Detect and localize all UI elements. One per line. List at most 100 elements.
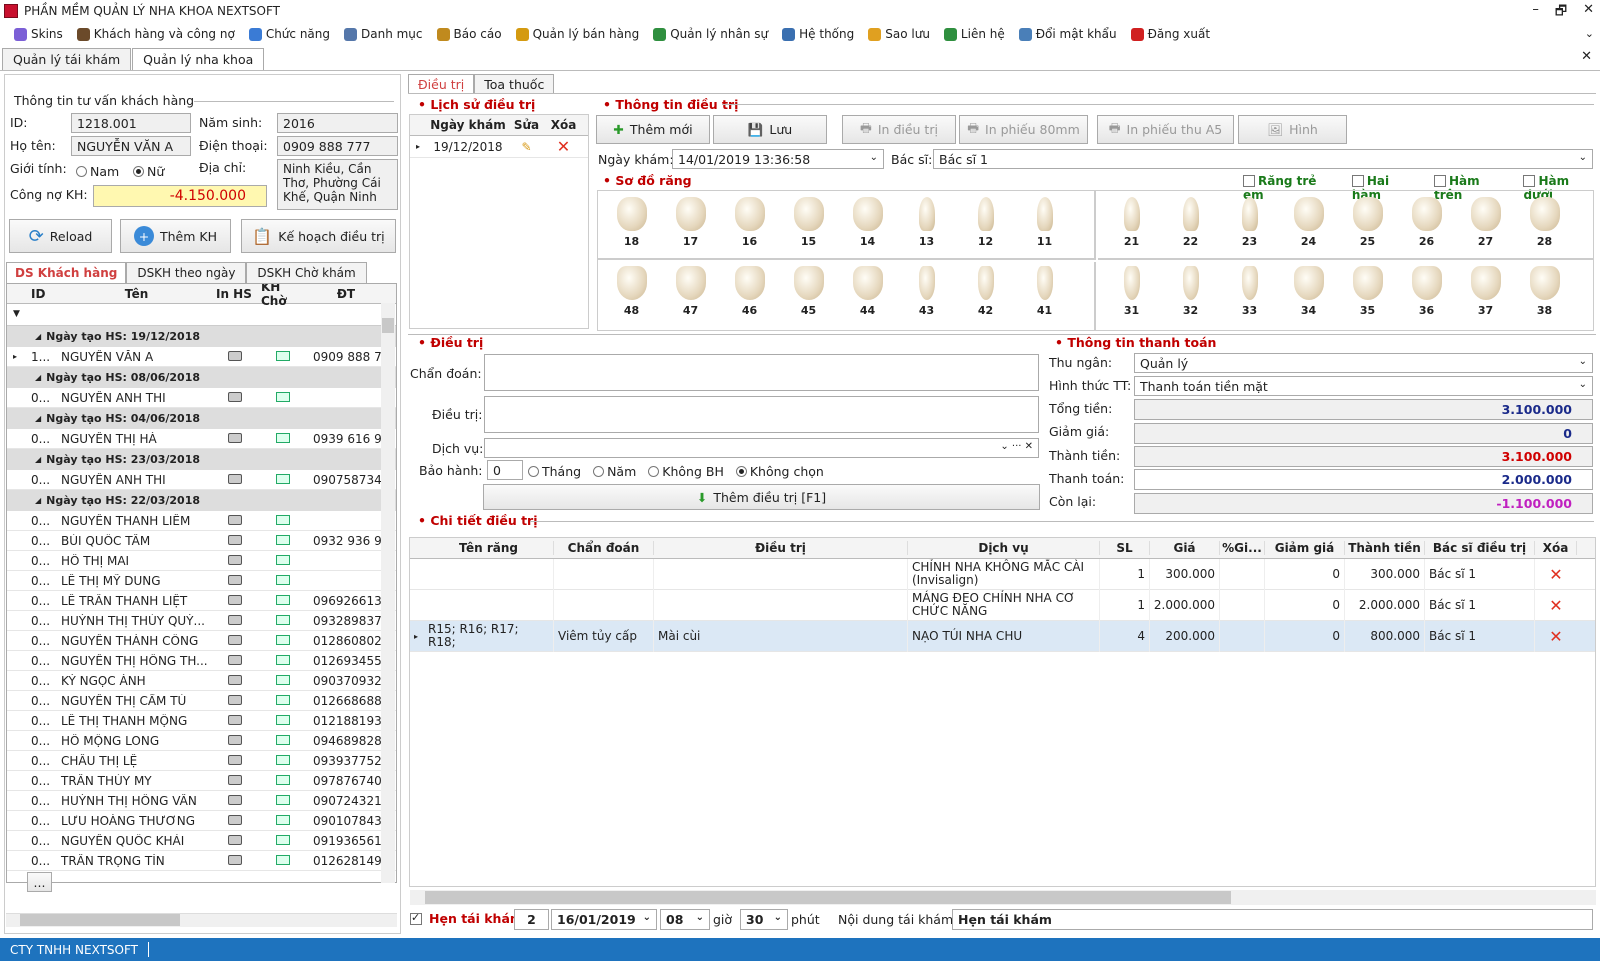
tooth-38[interactable]: 38 — [1515, 266, 1574, 330]
close-tab-icon[interactable]: ✕ — [1581, 49, 1592, 64]
add-treatment-button[interactable]: ⬇ Thêm điều trị [F1] — [483, 484, 1040, 510]
customer-row[interactable]: 0... LƯU HOÀNG THƯƠNG 0901078431 — [7, 811, 396, 831]
doctor-field[interactable]: Bác sĩ 1 ⌄ — [933, 149, 1593, 169]
print-icon[interactable] — [227, 473, 242, 484]
waiting-card-icon[interactable] — [276, 594, 290, 605]
tooth-45[interactable]: 45 — [779, 266, 838, 330]
tooth-46[interactable]: 46 — [720, 266, 779, 330]
tab-recall-management[interactable]: Quản lý tái khám — [2, 48, 132, 70]
detail-col-8[interactable]: Thành tiền — [1345, 541, 1425, 555]
waiting-card-icon[interactable] — [276, 432, 290, 443]
print-icon[interactable] — [227, 794, 242, 805]
detail-row[interactable]: MÁNG ĐEO CHỈNH NHA CƠ CHỨC NĂNG 1 2.000.00… — [410, 589, 1595, 621]
list-scrollbar[interactable] — [381, 303, 395, 883]
detail-col-9[interactable]: Bác sĩ điều trị — [1425, 541, 1535, 555]
print-icon[interactable] — [227, 634, 242, 645]
restore-button[interactable]: 🗗 — [1555, 2, 1567, 24]
customer-row[interactable]: 0... NGUYỄN ANH THI 0907587341 — [7, 470, 396, 490]
tab-dental-management[interactable]: Quản lý nha khoa — [132, 48, 265, 70]
tooth-22[interactable]: 22 — [1161, 197, 1220, 258]
waiting-card-icon[interactable] — [276, 854, 290, 865]
save-button[interactable]: 💾 Lưu — [713, 115, 827, 144]
customer-row[interactable]: 0... NGUYỄN THANH LIÊM — [7, 511, 396, 531]
tooth-23[interactable]: 23 — [1220, 197, 1279, 258]
group-header[interactable]: ◢ Ngày tạo HS: 22/03/2018 — [7, 490, 396, 511]
print-icon[interactable] — [227, 694, 242, 705]
customer-row[interactable]: 0... NGUYỄN THÀNH CÔNG 0128608029 — [7, 631, 396, 651]
customer-row[interactable]: 0... HUỲNH THỊ HỒNG VÂN 0907243214 — [7, 791, 396, 811]
menu-item-6[interactable]: Quản lý nhân sự — [653, 27, 768, 41]
detail-col-5[interactable]: Giá — [1150, 541, 1220, 555]
detail-col-2[interactable]: Điều trị — [654, 541, 908, 555]
waiting-card-icon[interactable] — [276, 714, 290, 725]
customer-row[interactable]: 0... TRẦN THÙY MY 0978767402 — [7, 771, 396, 791]
diagnosis-input[interactable] — [484, 354, 1039, 391]
customer-row[interactable]: 0... BÙI QUỐC TÂM 0932 936 93 — [7, 531, 396, 551]
total-field[interactable]: 3.100.000 — [1134, 399, 1593, 420]
col-id[interactable]: ID — [27, 287, 57, 301]
recall-hour-field[interactable]: 08 ⌄ — [660, 909, 710, 930]
tooth-14[interactable]: 14 — [838, 197, 897, 258]
tab-customer-waiting[interactable]: DSKH Chờ khám — [246, 262, 367, 283]
opt-none[interactable]: Không chọn — [735, 464, 824, 479]
print-icon[interactable] — [227, 834, 242, 845]
tooth-27[interactable]: 27 — [1456, 197, 1515, 258]
group-header[interactable]: ◢ Ngày tạo HS: 08/06/2018 — [7, 367, 396, 388]
waiting-card-icon[interactable] — [276, 654, 290, 665]
add-new-button[interactable]: ✚ Thêm mới — [596, 115, 710, 144]
print-icon[interactable] — [227, 554, 242, 565]
menu-item-1[interactable]: Khách hàng và công nợ — [76, 27, 235, 41]
col-edit[interactable]: Sửa — [508, 118, 545, 132]
menu-item-0[interactable]: Skins — [14, 27, 63, 41]
close-window-button[interactable]: ✕ — [1583, 2, 1594, 24]
menu-item-5[interactable]: Quản lý bán hàng — [515, 27, 639, 41]
tooth-17[interactable]: 17 — [661, 197, 720, 258]
menu-item-11[interactable]: Đăng xuất — [1130, 27, 1210, 41]
col-name[interactable]: Tên — [57, 287, 212, 301]
filter-row[interactable]: ▼ — [7, 304, 396, 326]
delete-row-icon[interactable]: ✕ — [1535, 565, 1577, 584]
opt-no-warranty[interactable]: Không BH — [648, 464, 724, 479]
col-print[interactable]: In HS — [212, 287, 257, 301]
print-icon[interactable] — [227, 432, 242, 443]
method-select[interactable]: Thanh toán tiền mặt ⌄ — [1134, 376, 1593, 396]
waiting-card-icon[interactable] — [276, 794, 290, 805]
print-icon[interactable] — [227, 674, 242, 685]
print-icon[interactable] — [227, 574, 242, 585]
recall-content-field[interactable]: Hẹn tái khám — [952, 909, 1593, 930]
col-visit-date[interactable]: Ngày khám — [428, 118, 508, 132]
waiting-card-icon[interactable] — [276, 774, 290, 785]
id-field[interactable]: 1218.001 — [71, 113, 191, 133]
col-delete[interactable]: Xóa — [545, 118, 582, 132]
group-header[interactable]: ◢ Ngày tạo HS: 23/03/2018 — [7, 449, 396, 470]
tab-customer-list[interactable]: DS Khách hàng — [6, 262, 127, 283]
print-treatment-button[interactable]: 🖶 In điều trị — [842, 115, 956, 144]
tooth-43[interactable]: 43 — [897, 266, 956, 330]
waiting-card-icon[interactable] — [276, 614, 290, 625]
detail-col-3[interactable]: Dịch vụ — [908, 541, 1100, 555]
phone-field[interactable]: 0909 888 777 — [277, 136, 398, 156]
print-a5-button[interactable]: 🖶 In phiếu thu A5 — [1097, 115, 1234, 144]
col-waiting[interactable]: KH Chờ — [257, 284, 309, 308]
reload-button[interactable]: ⟳ Reload — [9, 219, 112, 253]
opt-month[interactable]: Tháng — [528, 464, 581, 479]
tooth-15[interactable]: 15 — [779, 197, 838, 258]
menu-expand-icon[interactable]: ⌄ — [1585, 27, 1594, 40]
tooth-34[interactable]: 34 — [1279, 266, 1338, 330]
debt-field[interactable]: -4.150.000 — [93, 185, 267, 207]
tooth-35[interactable]: 35 — [1338, 266, 1397, 330]
customer-row[interactable]: 0... CHÂU THỊ LỆ 0939377524 — [7, 751, 396, 771]
delete-icon[interactable]: ✕ — [545, 137, 582, 156]
gender-female-radio[interactable]: Nữ — [133, 164, 164, 179]
address-field[interactable]: Ninh Kiều, Cần Thơ, Phường Cái Khế, Quận… — [277, 159, 398, 210]
print-icon[interactable] — [227, 754, 242, 765]
waiting-card-icon[interactable] — [276, 574, 290, 585]
customer-row[interactable]: 0... NGUYỄN THỊ HỒNG TH... 0126934552 — [7, 651, 396, 671]
delete-row-icon[interactable]: ✕ — [1535, 596, 1577, 615]
birth-field[interactable]: 2016 — [277, 113, 398, 133]
tab-prescription[interactable]: Toa thuốc — [474, 74, 555, 94]
tooth-11[interactable]: 11 — [1015, 197, 1074, 258]
tooth-48[interactable]: 48 — [602, 266, 661, 330]
customer-row[interactable]: 0... LÊ THỊ MỸ DUNG — [7, 571, 396, 591]
print-icon[interactable] — [227, 514, 242, 525]
